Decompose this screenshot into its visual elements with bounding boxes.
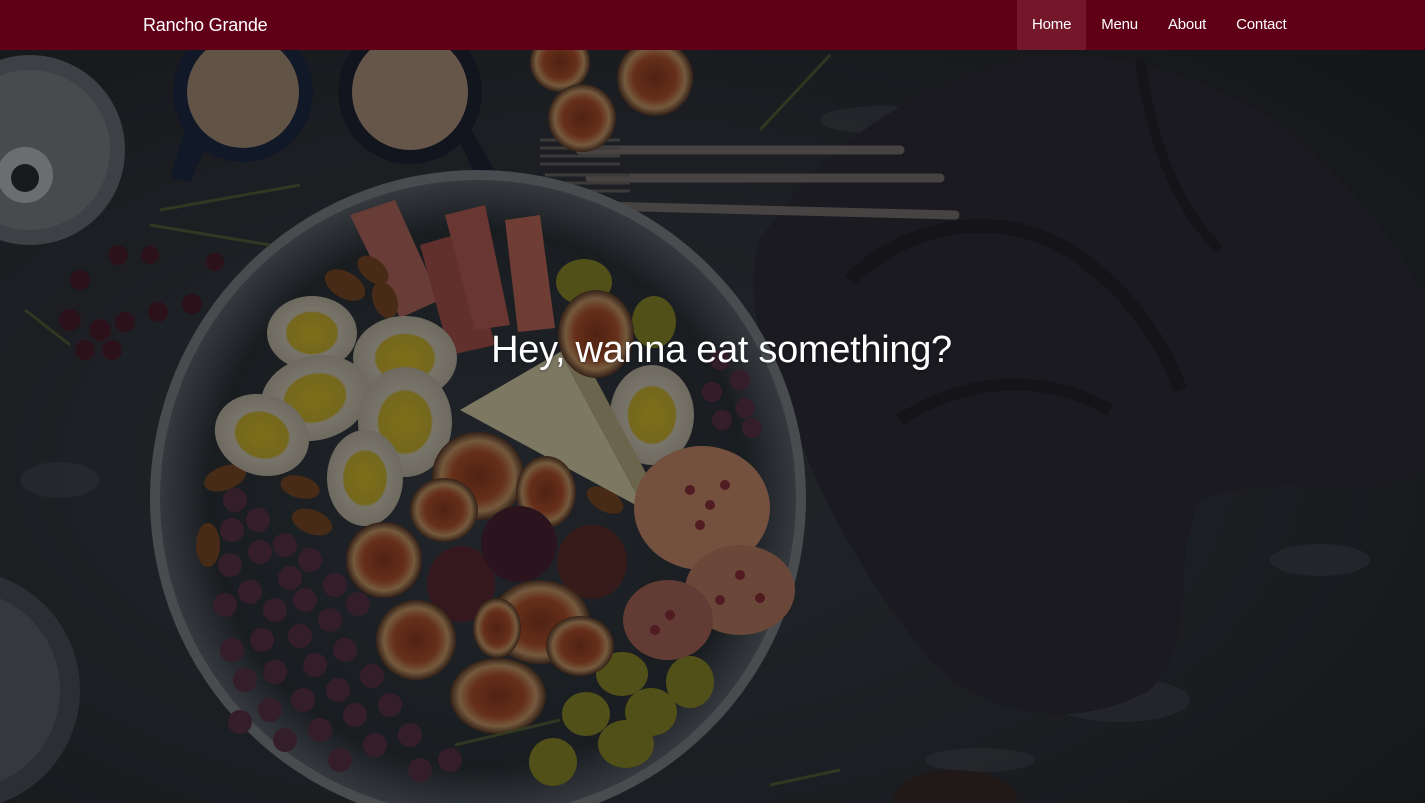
page: Rancho Grande Home Menu About Contact He… [0, 0, 1425, 803]
nav-item-about[interactable]: About [1153, 0, 1221, 50]
hero-headline: Hey, wanna eat something? [491, 329, 952, 371]
navbar: Rancho Grande Home Menu About Contact [0, 0, 1425, 50]
nav-menu: Home Menu About Contact [1017, 0, 1301, 50]
brand-link[interactable]: Rancho Grande [143, 0, 268, 50]
hero-section: Hey, wanna eat something? [0, 50, 1425, 803]
hero-background-image [0, 50, 1425, 803]
nav-item-home[interactable]: Home [1017, 0, 1087, 50]
nav-item-contact[interactable]: Contact [1221, 0, 1301, 50]
nav-item-menu[interactable]: Menu [1086, 0, 1153, 50]
